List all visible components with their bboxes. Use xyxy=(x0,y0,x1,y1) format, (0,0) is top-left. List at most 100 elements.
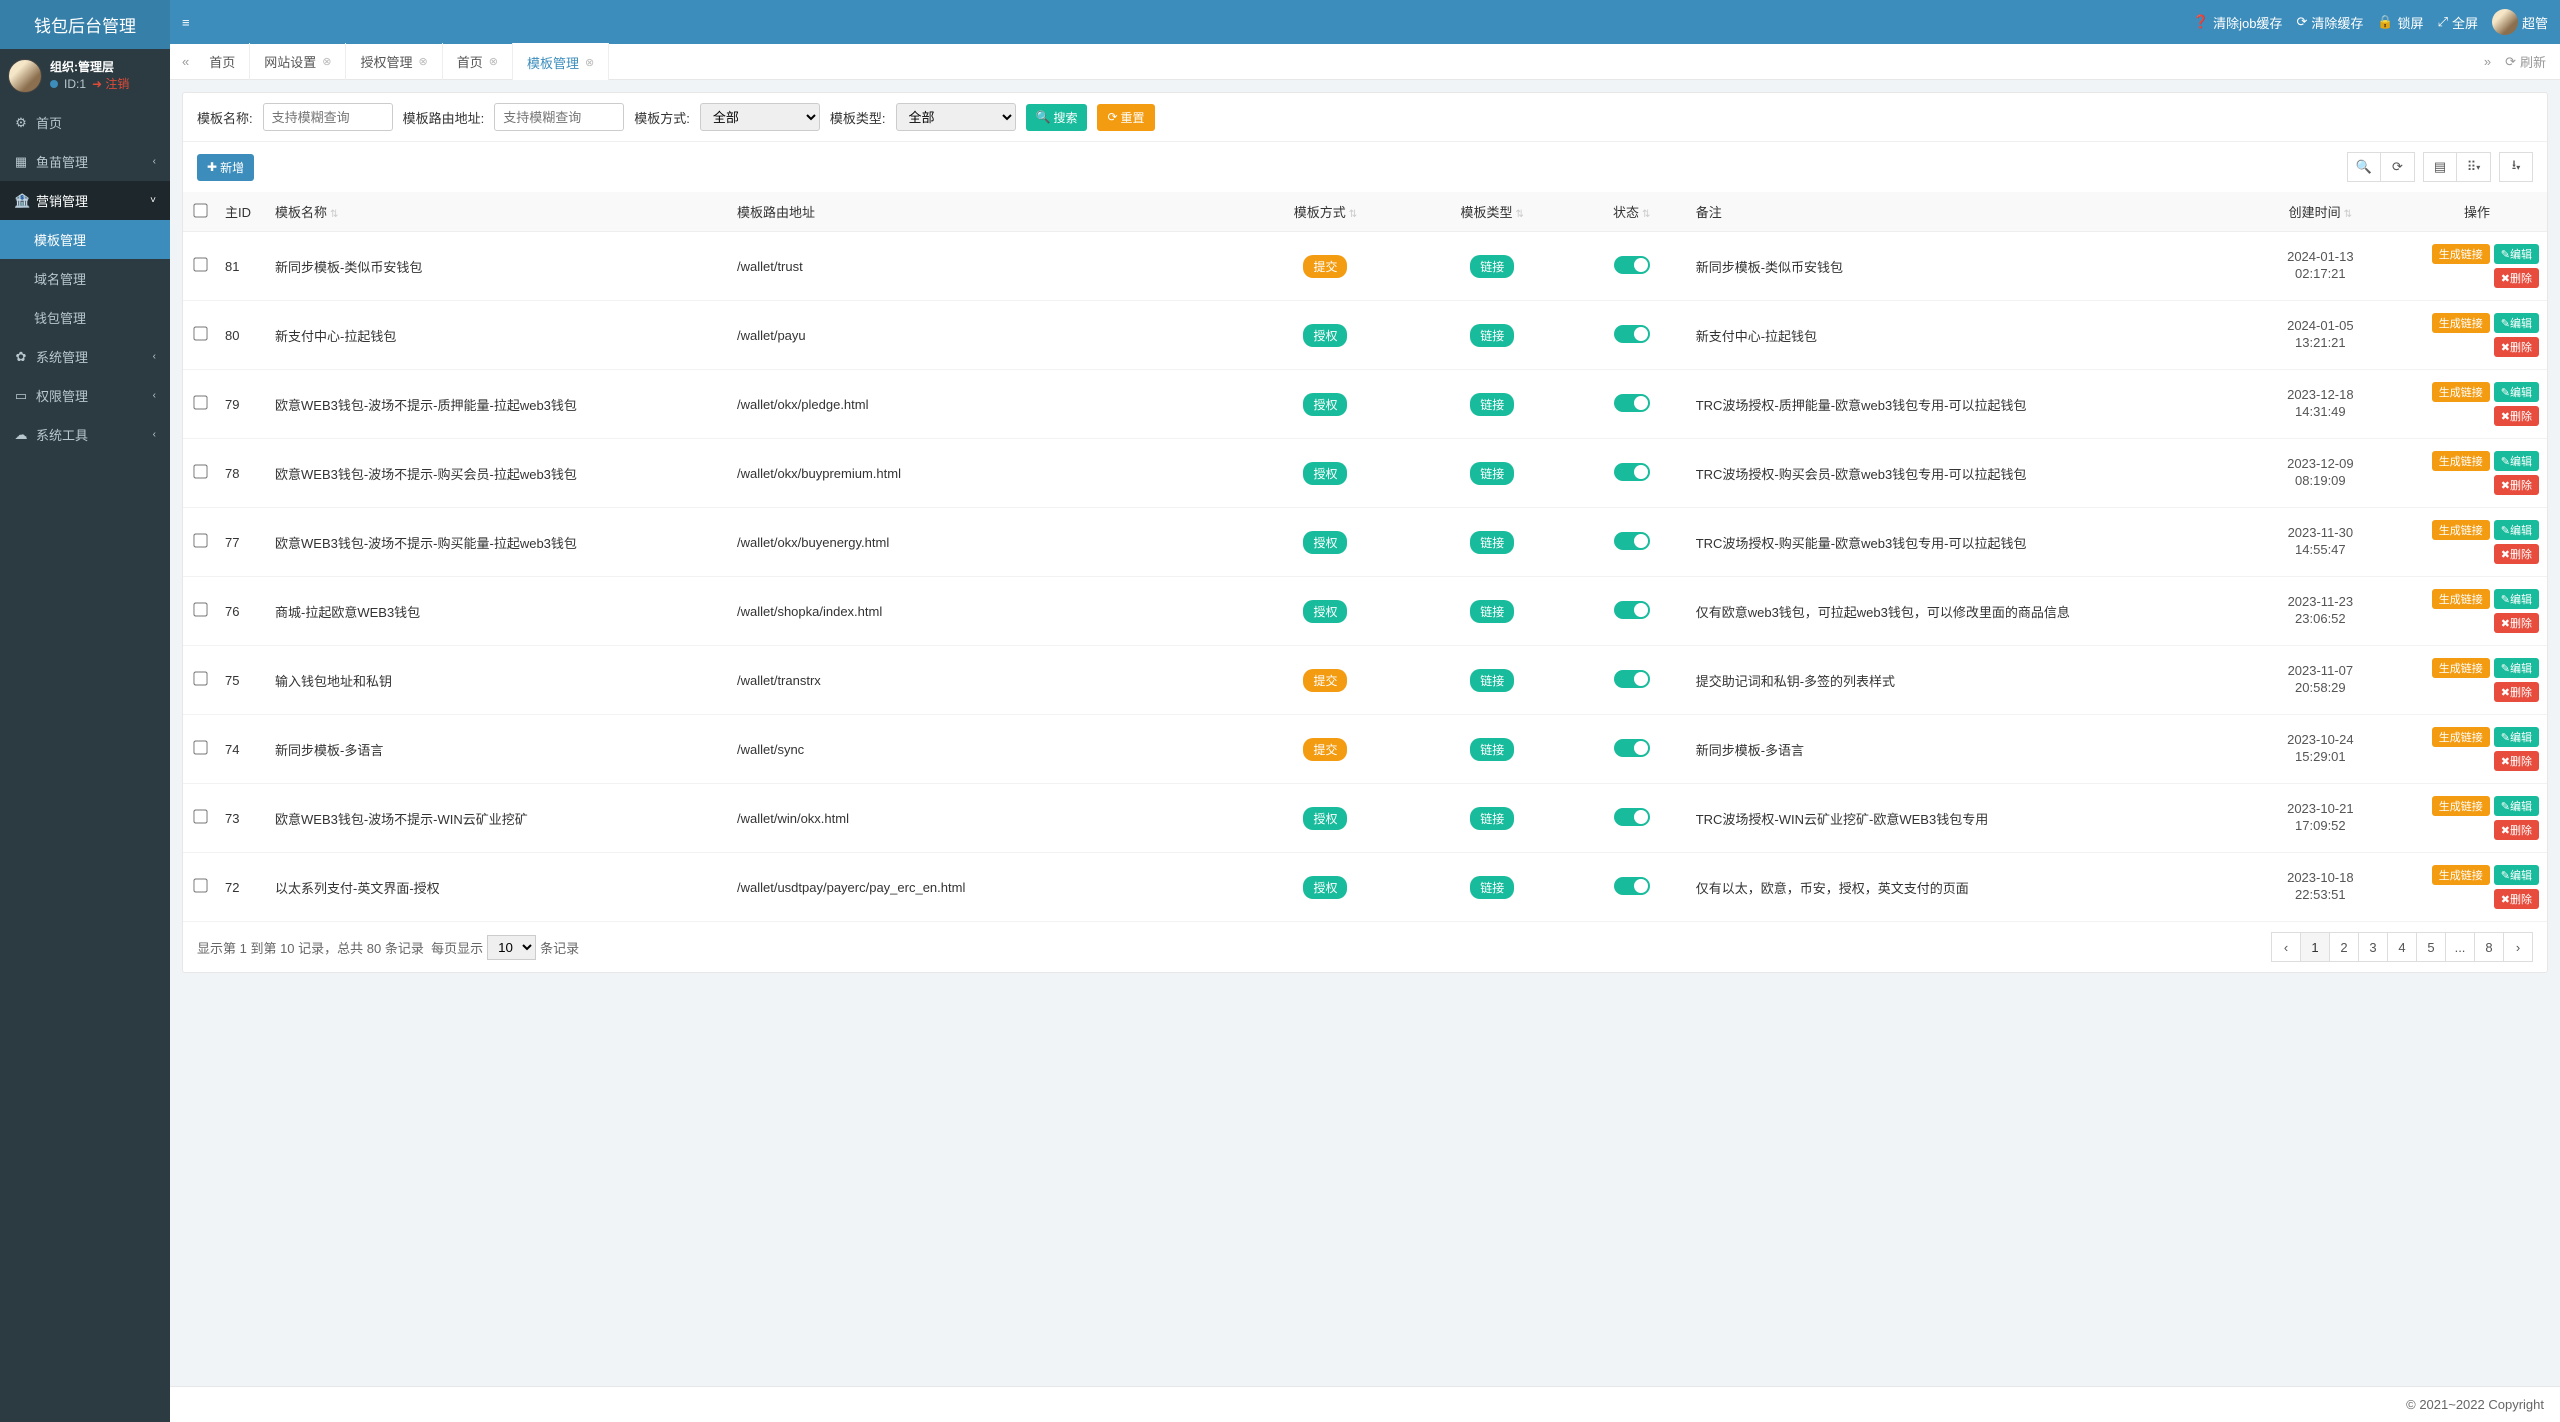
gen-link-button[interactable]: 生成链接 xyxy=(2432,244,2490,264)
table-columns-button[interactable]: ▤ xyxy=(2423,152,2457,182)
clear-cache-button[interactable]: ⟳清除缓存 xyxy=(2296,13,2363,32)
delete-button[interactable]: ✖删除 xyxy=(2494,268,2539,288)
sidebar-item-1[interactable]: ▦鱼苗管理‹ xyxy=(0,142,170,181)
page-8[interactable]: 8 xyxy=(2474,932,2504,962)
col-route[interactable]: 模板路由地址 xyxy=(729,192,1242,232)
row-checkbox[interactable] xyxy=(193,533,207,547)
row-checkbox[interactable] xyxy=(193,602,207,616)
sidebar-subitem-1[interactable]: 域名管理 xyxy=(0,259,170,298)
delete-button[interactable]: ✖删除 xyxy=(2494,820,2539,840)
status-toggle[interactable] xyxy=(1614,394,1650,412)
close-icon[interactable]: ⊗ xyxy=(489,55,498,68)
close-icon[interactable]: ⊗ xyxy=(585,56,594,69)
clear-job-button[interactable]: ❓清除job缓存 xyxy=(2193,13,2283,32)
row-checkbox[interactable] xyxy=(193,395,207,409)
close-icon[interactable]: ⊗ xyxy=(419,55,428,68)
delete-button[interactable]: ✖删除 xyxy=(2494,406,2539,426)
status-toggle[interactable] xyxy=(1614,808,1650,826)
filter-route-input[interactable] xyxy=(494,103,624,131)
page-›[interactable]: › xyxy=(2503,932,2533,962)
sidebar-subitem-2[interactable]: 钱包管理 xyxy=(0,298,170,337)
col-mode[interactable]: 模板方式⇅ xyxy=(1242,192,1409,232)
logout-link[interactable]: 注销 xyxy=(92,76,129,93)
page-4[interactable]: 4 xyxy=(2387,932,2417,962)
row-checkbox[interactable] xyxy=(193,464,207,478)
sidebar-subitem-0[interactable]: 模板管理 xyxy=(0,220,170,259)
delete-button[interactable]: ✖删除 xyxy=(2494,337,2539,357)
gen-link-button[interactable]: 生成链接 xyxy=(2432,865,2490,885)
tab-refresh-button[interactable]: ⟳刷新 xyxy=(2497,52,2554,71)
fullscreen-button[interactable]: ⤢全屏 xyxy=(2438,13,2478,32)
status-toggle[interactable] xyxy=(1614,532,1650,550)
row-checkbox[interactable] xyxy=(193,878,207,892)
status-toggle[interactable] xyxy=(1614,739,1650,757)
edit-button[interactable]: ✎编辑 xyxy=(2494,244,2539,264)
table-search-button[interactable]: 🔍 xyxy=(2347,152,2381,182)
table-view-button[interactable]: ⠿ ▾ xyxy=(2457,152,2491,182)
page-2[interactable]: 2 xyxy=(2329,932,2359,962)
gen-link-button[interactable]: 生成链接 xyxy=(2432,382,2490,402)
per-page-select[interactable]: 10 xyxy=(487,935,536,960)
edit-button[interactable]: ✎编辑 xyxy=(2494,589,2539,609)
col-id[interactable]: 主ID xyxy=(217,192,267,232)
row-checkbox[interactable] xyxy=(193,671,207,685)
sidebar-item-3[interactable]: ✿系统管理‹ xyxy=(0,337,170,376)
edit-button[interactable]: ✎编辑 xyxy=(2494,796,2539,816)
user-menu[interactable]: 超管 xyxy=(2492,9,2548,35)
tab-next-icon[interactable]: » xyxy=(2478,54,2497,69)
page-3[interactable]: 3 xyxy=(2358,932,2388,962)
tab-prev-icon[interactable]: « xyxy=(176,54,195,69)
delete-button[interactable]: ✖删除 xyxy=(2494,613,2539,633)
edit-button[interactable]: ✎编辑 xyxy=(2494,865,2539,885)
page-‹[interactable]: ‹ xyxy=(2271,932,2301,962)
table-refresh-button[interactable]: ⟳ xyxy=(2381,152,2415,182)
edit-button[interactable]: ✎编辑 xyxy=(2494,658,2539,678)
row-checkbox[interactable] xyxy=(193,809,207,823)
row-checkbox[interactable] xyxy=(193,257,207,271)
filter-name-input[interactable] xyxy=(263,103,393,131)
tab-2[interactable]: 授权管理⊗ xyxy=(346,43,442,80)
gen-link-button[interactable]: 生成链接 xyxy=(2432,313,2490,333)
status-toggle[interactable] xyxy=(1614,601,1650,619)
col-status[interactable]: 状态⇅ xyxy=(1576,192,1688,232)
gen-link-button[interactable]: 生成链接 xyxy=(2432,727,2490,747)
menu-toggle-icon[interactable]: ≡ xyxy=(182,15,190,30)
delete-button[interactable]: ✖删除 xyxy=(2494,751,2539,771)
col-type[interactable]: 模板类型⇅ xyxy=(1409,192,1576,232)
table-export-button[interactable]: ⭳ ▾ xyxy=(2499,152,2533,182)
page-1[interactable]: 1 xyxy=(2300,932,2330,962)
tab-4[interactable]: 模板管理⊗ xyxy=(513,43,609,80)
tab-3[interactable]: 首页⊗ xyxy=(443,43,513,80)
select-all-checkbox[interactable] xyxy=(193,203,207,217)
add-button[interactable]: ✚新增 xyxy=(197,154,254,181)
tab-1[interactable]: 网站设置⊗ xyxy=(250,43,346,80)
delete-button[interactable]: ✖删除 xyxy=(2494,889,2539,909)
status-toggle[interactable] xyxy=(1614,463,1650,481)
edit-button[interactable]: ✎编辑 xyxy=(2494,520,2539,540)
delete-button[interactable]: ✖删除 xyxy=(2494,682,2539,702)
col-remark[interactable]: 备注 xyxy=(1688,192,2234,232)
gen-link-button[interactable]: 生成链接 xyxy=(2432,520,2490,540)
status-toggle[interactable] xyxy=(1614,670,1650,688)
sidebar-item-2[interactable]: 🏦营销管理˅ xyxy=(0,181,170,220)
gen-link-button[interactable]: 生成链接 xyxy=(2432,658,2490,678)
lock-button[interactable]: 🔒锁屏 xyxy=(2377,13,2423,32)
page-...[interactable]: ... xyxy=(2445,932,2475,962)
search-button[interactable]: 🔍搜索 xyxy=(1026,104,1088,131)
reset-button[interactable]: ⟳重置 xyxy=(1097,104,1154,131)
sidebar-item-0[interactable]: ⚙首页 xyxy=(0,103,170,142)
row-checkbox[interactable] xyxy=(193,740,207,754)
edit-button[interactable]: ✎编辑 xyxy=(2494,451,2539,471)
col-created[interactable]: 创建时间⇅ xyxy=(2234,192,2407,232)
delete-button[interactable]: ✖删除 xyxy=(2494,544,2539,564)
close-icon[interactable]: ⊗ xyxy=(322,55,331,68)
status-toggle[interactable] xyxy=(1614,877,1650,895)
filter-type-select[interactable]: 全部 xyxy=(896,103,1016,131)
gen-link-button[interactable]: 生成链接 xyxy=(2432,589,2490,609)
col-name[interactable]: 模板名称⇅ xyxy=(267,192,729,232)
sidebar-item-5[interactable]: ☁系统工具‹ xyxy=(0,415,170,454)
tab-0[interactable]: 首页 xyxy=(195,43,250,80)
filter-mode-select[interactable]: 全部 xyxy=(700,103,820,131)
gen-link-button[interactable]: 生成链接 xyxy=(2432,796,2490,816)
status-toggle[interactable] xyxy=(1614,325,1650,343)
